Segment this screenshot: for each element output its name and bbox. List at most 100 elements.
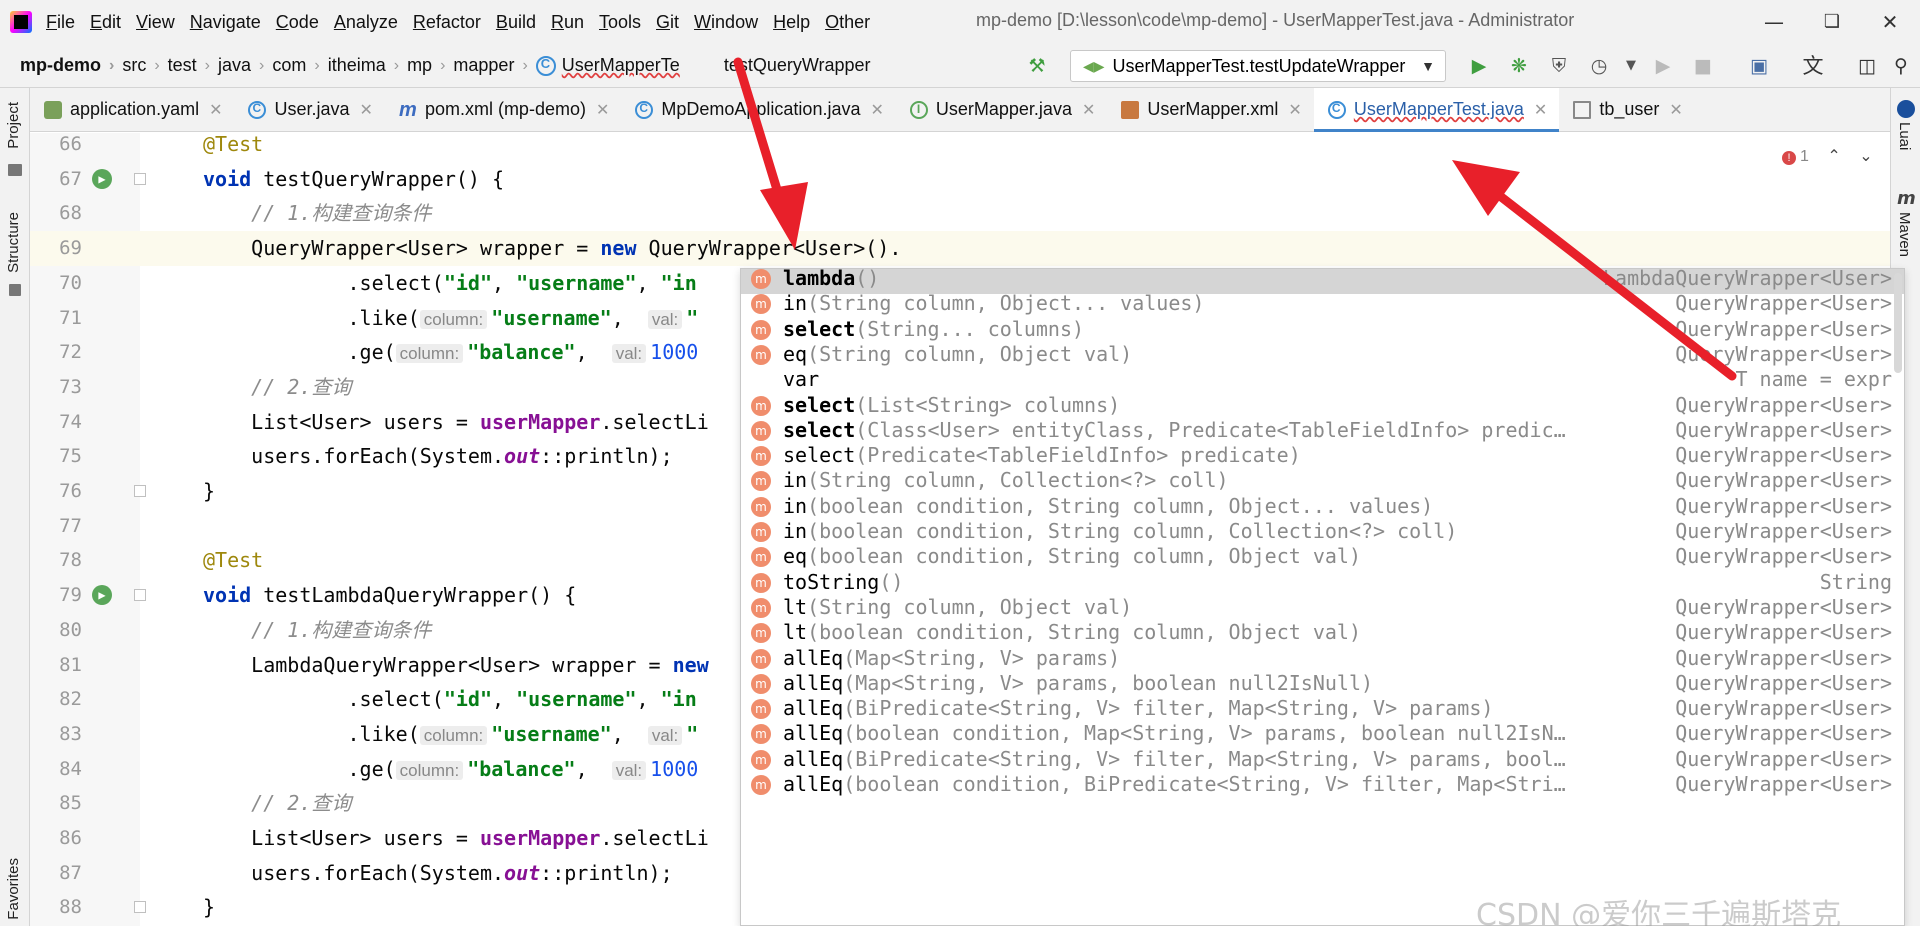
luai-tool-window[interactable]: Luai xyxy=(1896,122,1913,150)
run-test-gutter-icon[interactable]: ▶ xyxy=(92,585,112,606)
close-tab-icon[interactable]: ✕ xyxy=(870,100,883,120)
tab-mpdemoapplication-java[interactable]: MpDemoApplication.java ✕ xyxy=(621,88,896,132)
run-test-gutter-icon[interactable]: ▶ xyxy=(92,168,112,189)
project-tool-window[interactable]: Project xyxy=(5,102,22,149)
menu-item-build[interactable]: Build xyxy=(496,12,536,33)
line-number: 72 xyxy=(59,341,82,364)
breadcrumb-label: UserMapperTe xyxy=(561,55,680,75)
code-token: , xyxy=(492,270,517,295)
menu-item-run[interactable]: Run xyxy=(551,12,584,33)
tab-user-java[interactable]: User.java ✕ xyxy=(234,88,384,132)
completion-method-name: eq xyxy=(783,544,808,569)
build-hammer-icon[interactable]: ⚒ xyxy=(1026,55,1048,77)
completion-scrollbar[interactable] xyxy=(1894,273,1902,373)
coverage-shield-icon[interactable]: ⛨ xyxy=(1548,55,1570,77)
favorites-tool-window[interactable]: Favorites xyxy=(5,858,22,920)
fold-marker-icon[interactable] xyxy=(134,589,146,602)
translate-icon[interactable]: 文 xyxy=(1802,55,1824,77)
menu-item-view[interactable]: View xyxy=(136,12,175,33)
profiler-icon[interactable]: ◷ xyxy=(1588,55,1610,77)
menu-item-file[interactable]: File xyxy=(46,12,75,33)
method-icon: m xyxy=(751,446,771,467)
code-text: // 1.构建查询条件 xyxy=(203,196,431,231)
table-icon xyxy=(1573,100,1592,119)
breadcrumb-item[interactable]: src › xyxy=(122,55,167,76)
close-tab-icon[interactable]: ✕ xyxy=(209,100,222,120)
tab-label: UserMapper.xml xyxy=(1147,99,1279,119)
menu-item-help[interactable]: Help xyxy=(773,12,810,33)
completion-item[interactable]: m allEq(boolean condition, BiPredicate<St… xyxy=(741,769,1904,800)
close-tab-icon[interactable]: ✕ xyxy=(596,100,609,120)
breadcrumb-item[interactable]: java › xyxy=(218,55,272,76)
menu-item-edit[interactable]: Edit xyxy=(90,12,121,33)
menu-item-git[interactable]: Git xyxy=(656,12,679,33)
structure-tool-window[interactable]: Structure xyxy=(5,212,22,273)
code-token: void xyxy=(203,166,252,191)
breadcrumb-item[interactable]: test › xyxy=(168,55,218,76)
stop-icon[interactable]: ■ xyxy=(1692,55,1714,77)
close-tab-icon[interactable]: ✕ xyxy=(1082,100,1095,120)
code-text: // 1.构建查询条件 xyxy=(203,613,431,648)
chevron-right-icon: › xyxy=(259,56,265,74)
method-icon: m xyxy=(751,775,771,795)
maven-tool-window[interactable]: Maven xyxy=(1896,212,1913,257)
tab-usermapper-xml[interactable]: UserMapper.xml ✕ xyxy=(1107,88,1313,132)
code-token: } xyxy=(203,895,216,920)
chevron-right-icon: › xyxy=(154,56,160,74)
breadcrumb-item[interactable]: com › xyxy=(272,55,327,76)
close-window-icon[interactable]: ✕ xyxy=(1874,6,1906,38)
breadcrumb-item[interactable]: testQueryWrapper xyxy=(680,55,871,76)
menu-item-code[interactable]: Code xyxy=(276,12,319,33)
breadcrumb-item[interactable]: mp-demo › xyxy=(20,55,122,76)
chevron-down-icon[interactable]: ⌄ xyxy=(1859,148,1872,165)
breadcrumb-item[interactable]: mp › xyxy=(407,55,453,76)
tab-application-yaml[interactable]: application.yaml ✕ xyxy=(30,88,234,132)
line-number: 73 xyxy=(59,375,82,398)
menu-item-refactor[interactable]: Refactor xyxy=(413,12,481,33)
inspection-status[interactable]: ! 1 ⌃ ⌄ xyxy=(1782,146,1873,166)
profiler-dropdown-icon[interactable]: ▼ xyxy=(1620,55,1642,77)
close-tab-icon[interactable]: ✕ xyxy=(1288,100,1301,120)
method-icon: m xyxy=(751,395,771,416)
breadcrumb-item[interactable]: mapper › xyxy=(453,55,535,76)
menu-item-navigate[interactable]: Navigate xyxy=(190,12,261,33)
breadcrumb-item[interactable]: UserMapperTe xyxy=(535,55,680,76)
fold-marker-icon[interactable] xyxy=(134,901,146,914)
fold-marker-icon[interactable] xyxy=(134,172,146,185)
completion-method-name: select xyxy=(783,443,856,468)
menu-item-tools[interactable]: Tools xyxy=(599,12,641,33)
tab-label: application.yaml xyxy=(70,99,200,119)
layout-icon[interactable]: ◫ xyxy=(1856,55,1878,77)
chevron-right-icon: › xyxy=(204,56,210,74)
fold-marker-icon[interactable] xyxy=(134,485,146,497)
chevron-up-icon[interactable]: ⌃ xyxy=(1827,148,1840,165)
tab-pom-xml-mp-demo-[interactable]: m pom.xml (mp-demo) ✕ xyxy=(385,88,621,132)
close-tab-icon[interactable]: ✕ xyxy=(360,100,373,120)
code-token: "username" xyxy=(516,687,637,712)
run-icon[interactable]: ▶ xyxy=(1468,55,1490,77)
minimize-icon[interactable]: — xyxy=(1758,6,1790,38)
close-tab-icon[interactable]: ✕ xyxy=(1534,100,1547,120)
tab-usermapper-java[interactable]: UserMapper.java ✕ xyxy=(896,88,1107,132)
run-configuration-select[interactable]: ◀▶ UserMapperTest.testUpdateWrapper ▼ xyxy=(1070,50,1446,82)
completion-signature: (Predicate<TableFieldInfo> predicate) xyxy=(855,443,1301,468)
project-structure-icon[interactable]: ▣ xyxy=(1748,55,1770,77)
tab-label: pom.xml (mp-demo) xyxy=(424,99,586,119)
menu-mnemonic: F xyxy=(46,11,57,32)
search-icon[interactable]: ⚲ xyxy=(1890,55,1912,77)
run-disabled-icon[interactable]: ▶ xyxy=(1652,55,1674,77)
code-token: .ge( xyxy=(203,340,396,365)
close-tab-icon[interactable]: ✕ xyxy=(1669,100,1682,120)
breadcrumb-item[interactable]: itheima › xyxy=(328,55,407,76)
chevron-right-icon: › xyxy=(109,56,115,74)
code-completion-popup[interactable]: m lambda() LambdaQueryWrapper<User> m in(Str… xyxy=(740,268,1905,926)
tab-usermappertest-java[interactable]: UserMapperTest.java ✕ xyxy=(1313,87,1560,132)
menu-item-other[interactable]: Other xyxy=(825,12,870,33)
menu-item-analyze[interactable]: Analyze xyxy=(334,12,398,33)
menu-item-window[interactable]: Window xyxy=(694,12,758,33)
maximize-icon[interactable]: ❏ xyxy=(1816,6,1848,38)
method-icon: m xyxy=(751,344,771,365)
method-icon: m xyxy=(751,496,771,517)
debug-bug-icon[interactable]: ❋ xyxy=(1508,55,1530,77)
tab-tb-user[interactable]: tb_user ✕ xyxy=(1559,88,1694,132)
